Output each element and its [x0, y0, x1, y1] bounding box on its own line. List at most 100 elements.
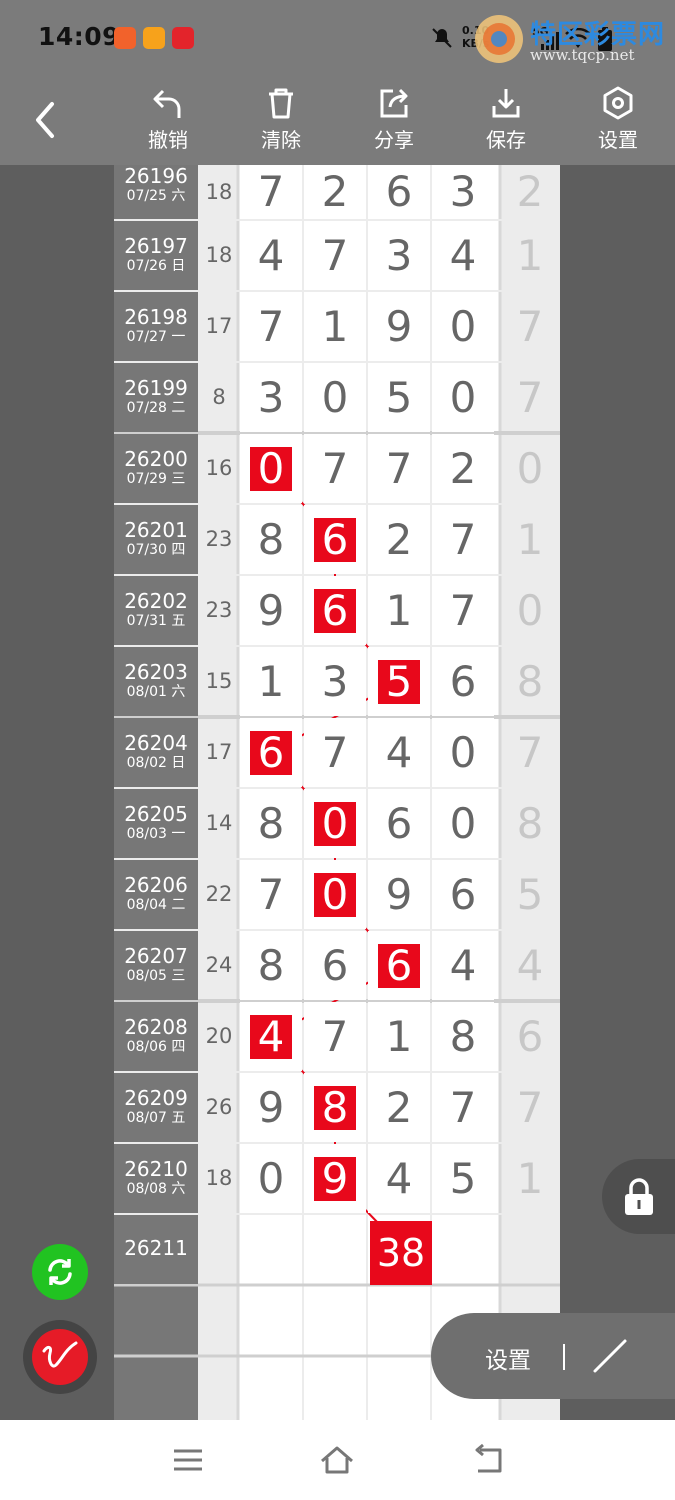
digit-cell[interactable]: 8 — [240, 505, 302, 574]
last-digit-cell: 2 — [516, 167, 544, 216]
digit-cell[interactable]: 6 — [368, 789, 430, 858]
issue-date: 07/30 四 — [126, 542, 186, 558]
save-button[interactable]: 保存 — [466, 86, 546, 161]
digit-cell[interactable]: 7 — [240, 860, 302, 929]
highlighted-digit: 9 — [314, 1157, 356, 1201]
menu-icon[interactable] — [170, 1444, 206, 1476]
digit-cell[interactable]: 6 — [368, 165, 430, 219]
pen-icon[interactable] — [591, 1335, 631, 1375]
digit-cell[interactable]: 4 — [240, 1002, 302, 1071]
back-nav-icon[interactable] — [470, 1444, 506, 1476]
issue-cell: 26200 07/29 三 — [114, 434, 198, 503]
digit-cell[interactable]: 0 — [304, 363, 366, 432]
issue-cell: 26206 08/04 二 — [114, 860, 198, 929]
digit-cell[interactable]: 1 — [240, 647, 302, 716]
table-row: 26204 08/02 日 17 6 7 4 0 7 — [114, 718, 560, 787]
table-row: 26202 07/31 五 23 9 6 1 7 0 — [114, 576, 560, 645]
digit-cell[interactable]: 6 — [240, 718, 302, 787]
digit-cell[interactable]: 9 — [240, 576, 302, 645]
issue-number: 26209 — [124, 1086, 188, 1110]
digit-cell[interactable]: 2 — [368, 505, 430, 574]
digit-cell[interactable]: 6 — [368, 931, 430, 1000]
settings-label: 设置 — [598, 128, 638, 152]
trend-chart-board[interactable]: 26196 07/25 六 18 7 2 6 3 2 26197 07/26 日 18 4 7 3 4 1 26… — [114, 165, 560, 1420]
digit-cell[interactable]: 4 — [368, 1144, 430, 1213]
pill-settings-button[interactable]: 设置 — [485, 1341, 531, 1375]
issue-cell: 26196 07/25 六 — [114, 165, 198, 219]
digit-cell[interactable]: 8 — [240, 931, 302, 1000]
issue-date: 08/06 四 — [126, 1039, 186, 1055]
digit-cell[interactable]: 3 — [368, 221, 430, 290]
clear-button[interactable]: 清除 — [241, 86, 321, 161]
digit-cell[interactable]: 7 — [240, 292, 302, 361]
digit-cell[interactable]: 0 — [432, 363, 494, 432]
digit-cell[interactable]: 9 — [368, 292, 430, 361]
digit-cell[interactable]: 0 — [432, 292, 494, 361]
digit-cell[interactable]: 9 — [304, 1144, 366, 1213]
digit-cell[interactable]: 7 — [432, 505, 494, 574]
highlighted-digit: 6 — [314, 518, 356, 562]
digit-cell[interactable]: 9 — [368, 860, 430, 929]
mute-icon — [432, 28, 452, 48]
digit-cell[interactable]: 7 — [304, 718, 366, 787]
digit-cell[interactable]: 9 — [240, 1073, 302, 1142]
digit-cell[interactable]: 1 — [304, 292, 366, 361]
digit-cell[interactable]: 6 — [304, 931, 366, 1000]
table-row: 26205 08/03 一 14 8 0 6 0 8 — [114, 789, 560, 858]
digit-cell[interactable]: 8 — [240, 789, 302, 858]
digit-cell[interactable]: 4 — [432, 931, 494, 1000]
digit-cell[interactable]: 2 — [368, 1073, 430, 1142]
refresh-icon — [48, 1259, 72, 1285]
digit-cell[interactable]: 6 — [432, 860, 494, 929]
digit-cell[interactable]: 8 — [304, 1073, 366, 1142]
digit-cell[interactable]: 5 — [432, 1144, 494, 1213]
digit-cell[interactable]: 2 — [432, 434, 494, 503]
digit-cell[interactable]: 5 — [368, 363, 430, 432]
digit-cell[interactable]: 7 — [368, 434, 430, 503]
digit-cell[interactable]: 0 — [432, 718, 494, 787]
digit-cell[interactable]: 0 — [240, 1144, 302, 1213]
digit-cell[interactable]: 6 — [304, 505, 366, 574]
digit-cell[interactable]: 3 — [240, 363, 302, 432]
digit-cell[interactable]: 2 — [304, 165, 366, 219]
digit-cell[interactable]: 4 — [368, 718, 430, 787]
digit-cell[interactable]: 7 — [304, 221, 366, 290]
digit-cell[interactable]: 0 — [304, 860, 366, 929]
lock-button[interactable] — [602, 1159, 675, 1234]
digit-cell[interactable]: 6 — [304, 576, 366, 645]
undo-button[interactable]: 撤销 — [128, 86, 208, 161]
digit-cell[interactable]: 0 — [304, 789, 366, 858]
digit-cell[interactable]: 0 — [240, 434, 302, 503]
app-icon-1 — [114, 27, 136, 49]
back-icon[interactable] — [30, 100, 60, 140]
issue-date: 07/28 二 — [126, 400, 186, 416]
digit-cell[interactable]: 7 — [432, 576, 494, 645]
digit-cell[interactable]: 0 — [432, 789, 494, 858]
digit-cell[interactable]: 1 — [368, 576, 430, 645]
digit-cell[interactable]: 7 — [432, 1073, 494, 1142]
issue-number: 26208 — [124, 1015, 188, 1039]
save-label: 保存 — [486, 128, 526, 152]
digit-cell[interactable]: 3 — [432, 165, 494, 219]
digit-cell[interactable]: 7 — [304, 434, 366, 503]
digit-cell[interactable]: 6 — [432, 647, 494, 716]
digit-cell[interactable]: 4 — [240, 221, 302, 290]
home-icon[interactable] — [319, 1444, 355, 1476]
sum-cell: 17 — [205, 314, 233, 338]
digit-cell[interactable]: 3 — [304, 647, 366, 716]
table-row: 26196 07/25 六 18 7 2 6 3 2 — [114, 165, 560, 219]
signature-button[interactable] — [23, 1320, 97, 1394]
issue-number: 26205 — [124, 802, 188, 826]
share-button[interactable]: 分享 — [354, 86, 434, 161]
digit-cell[interactable]: 7 — [304, 1002, 366, 1071]
digit-cell[interactable]: 8 — [432, 1002, 494, 1071]
highlighted-digit: 0 — [314, 873, 356, 917]
refresh-button[interactable] — [32, 1244, 88, 1300]
settings-button[interactable]: 设置 — [578, 86, 658, 161]
digit-cell[interactable]: 5 — [368, 647, 430, 716]
digit-cell[interactable]: 7 — [240, 165, 302, 219]
digit-cell[interactable]: 4 — [432, 221, 494, 290]
digit-cell[interactable]: 1 — [368, 1002, 430, 1071]
sum-cell: 23 — [205, 598, 233, 622]
issue-date: 08/03 一 — [126, 826, 186, 842]
